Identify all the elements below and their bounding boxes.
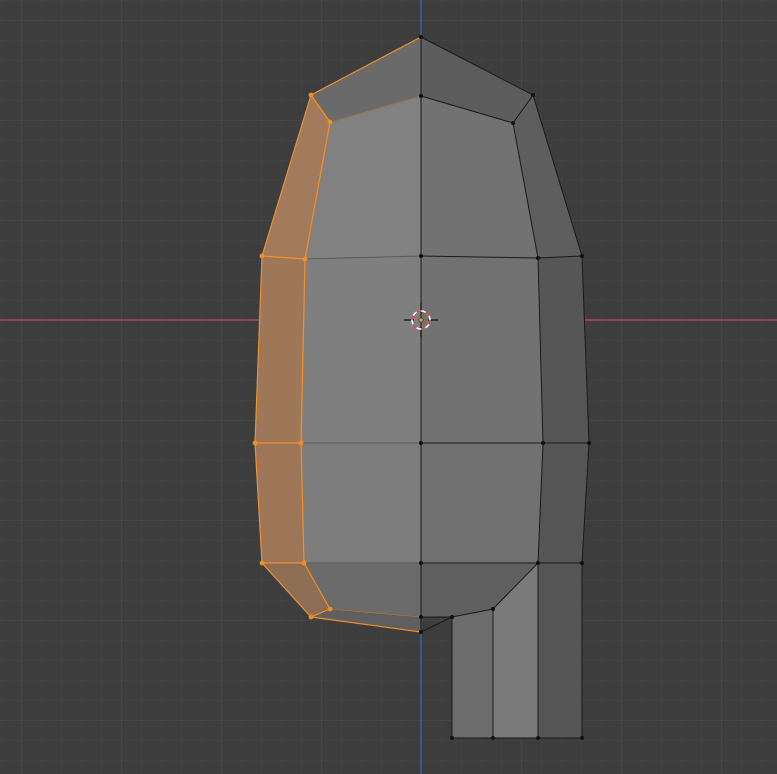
vertex[interactable] xyxy=(580,736,584,740)
3d-viewport[interactable] xyxy=(0,0,777,774)
viewport-canvas[interactable] xyxy=(0,0,777,774)
selected-vertex[interactable] xyxy=(252,440,258,446)
vertex[interactable] xyxy=(536,736,540,740)
mesh-face[interactable] xyxy=(538,443,589,563)
mesh-face[interactable] xyxy=(538,256,589,443)
vertex[interactable] xyxy=(419,94,423,98)
vertex[interactable] xyxy=(491,736,495,740)
selected-vertex[interactable] xyxy=(298,440,304,446)
vertex[interactable] xyxy=(419,441,423,445)
vertex[interactable] xyxy=(541,441,545,445)
selected-vertex[interactable] xyxy=(308,614,314,620)
vertex[interactable] xyxy=(491,607,495,611)
vertex[interactable] xyxy=(450,615,454,619)
selected-vertex[interactable] xyxy=(259,560,265,566)
selected-vertex[interactable] xyxy=(302,256,308,262)
vertex[interactable] xyxy=(419,630,423,634)
vertex[interactable] xyxy=(511,121,515,125)
mesh-face[interactable] xyxy=(421,443,543,563)
selected-vertex[interactable] xyxy=(327,606,333,612)
selected-vertex[interactable] xyxy=(259,253,265,259)
object-origin-icon xyxy=(418,317,424,323)
vertex[interactable] xyxy=(419,35,423,39)
vertex[interactable] xyxy=(419,615,423,619)
selected-vertex[interactable] xyxy=(301,560,307,566)
vertex[interactable] xyxy=(536,256,540,260)
vertex[interactable] xyxy=(580,561,584,565)
mesh-face[interactable] xyxy=(452,609,493,738)
selected-face[interactable] xyxy=(255,443,304,563)
mesh-face[interactable] xyxy=(301,256,421,443)
vertex[interactable] xyxy=(580,254,584,258)
selected-face[interactable] xyxy=(255,256,305,443)
vertex[interactable] xyxy=(531,93,535,97)
vertex[interactable] xyxy=(536,561,540,565)
selected-vertex[interactable] xyxy=(327,119,333,125)
vertex[interactable] xyxy=(419,254,423,258)
vertex[interactable] xyxy=(419,561,423,565)
mesh-face[interactable] xyxy=(301,443,421,563)
vertex[interactable] xyxy=(450,736,454,740)
mesh-face[interactable] xyxy=(538,563,582,738)
vertex[interactable] xyxy=(587,441,591,445)
mesh-face[interactable] xyxy=(421,256,543,443)
selected-vertex[interactable] xyxy=(308,92,314,98)
